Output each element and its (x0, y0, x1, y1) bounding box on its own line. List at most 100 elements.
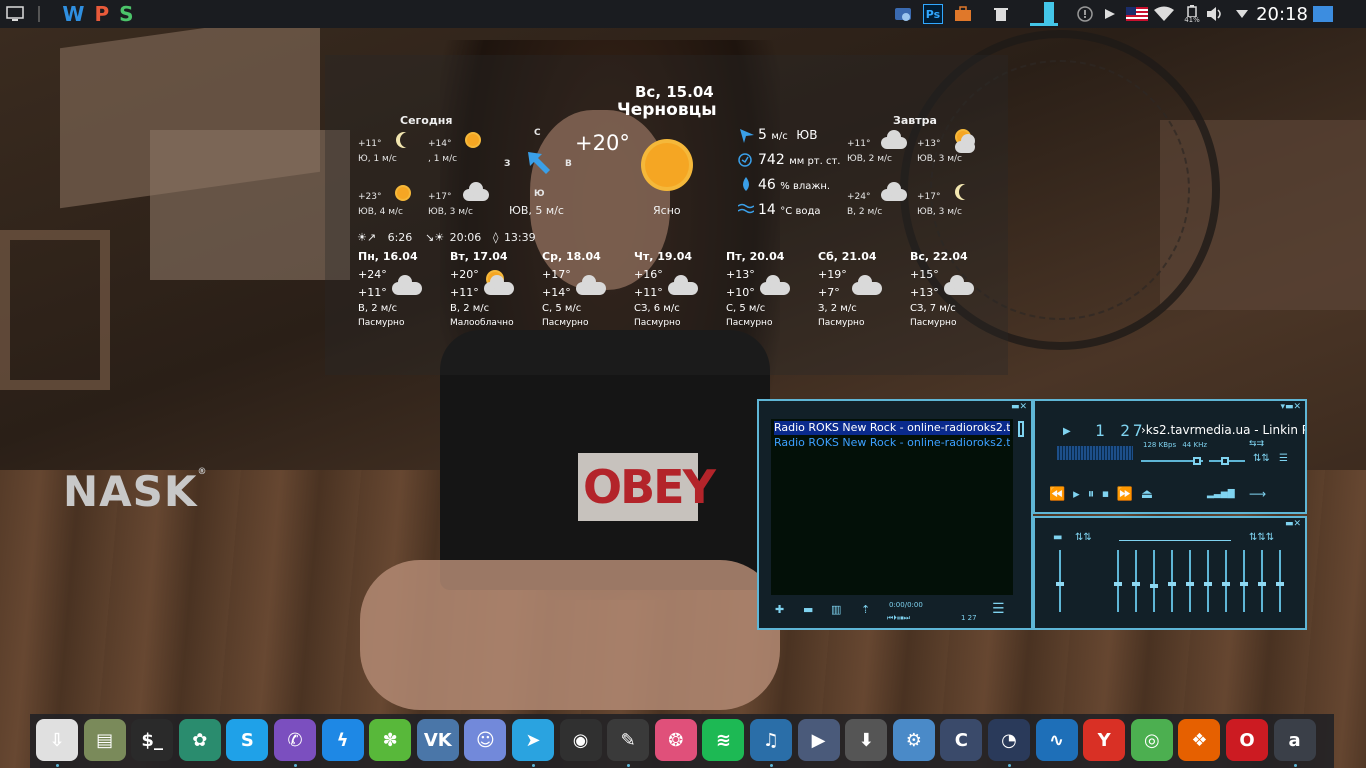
eq-preamp-slider[interactable] (1059, 550, 1061, 612)
eq-slider-knob[interactable] (1276, 582, 1284, 586)
eq-slider-knob[interactable] (1186, 582, 1194, 586)
eq-slider-knob[interactable] (1204, 582, 1212, 586)
terminal-icon[interactable]: $_ (131, 719, 174, 761)
toolbox-icon[interactable] (953, 4, 973, 24)
eq-band-slider[interactable] (1225, 550, 1227, 612)
mode-toggles[interactable]: ⇆⇉ (1249, 439, 1264, 449)
playlist-menu-button[interactable]: ☰ (992, 601, 1005, 617)
paint-icon[interactable]: ✎ (607, 719, 650, 761)
track-time[interactable]: 1 27 (1095, 421, 1146, 440)
disk-usage-icon[interactable]: ◔ (988, 719, 1030, 761)
playlist-remove-button[interactable]: ▬ (803, 603, 813, 616)
vk-icon[interactable]: VK (416, 719, 459, 761)
audio-editor-icon[interactable]: ∿ (1035, 719, 1078, 761)
obs-icon[interactable]: ◉ (559, 719, 602, 761)
eq-slider-knob[interactable] (1240, 582, 1248, 586)
balance-knob[interactable] (1221, 457, 1229, 465)
forecast-high: +16° (634, 268, 663, 281)
track-title[interactable]: ›ks2.tavrmedia.ua - Linkin P (1141, 423, 1305, 437)
clock[interactable]: 20:18 (1254, 4, 1310, 25)
skype-icon[interactable]: S (226, 719, 269, 761)
transport-controls[interactable]: ⏪▸⏸⏹⏩⏏ (1049, 487, 1161, 502)
downloader-icon[interactable]: ⬇ (845, 719, 888, 761)
chrome-icon[interactable]: ◎ (1130, 719, 1173, 761)
viber-icon[interactable]: ✆ (274, 719, 316, 761)
dropdown-icon[interactable] (1234, 4, 1250, 24)
messenger-icon[interactable]: ϟ (321, 719, 364, 761)
battery-icon[interactable]: 41% (1180, 4, 1204, 24)
playlist-select-button[interactable]: ▥ (831, 603, 841, 616)
icq-icon[interactable]: ✽ (369, 719, 412, 761)
software-installer-icon[interactable]: ⇩ (36, 719, 78, 761)
photoshop-icon[interactable]: Ps (923, 4, 943, 24)
spotify-icon[interactable]: ≋ (702, 719, 745, 761)
discord-icon[interactable]: ☺ (464, 719, 507, 761)
playlist-toggle[interactable]: ☰ (1279, 453, 1288, 464)
network-icon[interactable]: ⚙ (892, 719, 935, 761)
playlist-entry[interactable]: Radio ROKS New Rock - online-radioroks2.… (774, 436, 1010, 450)
eq-band-slider[interactable] (1171, 550, 1173, 612)
visualizer[interactable] (1057, 446, 1133, 460)
eq-slider-knob[interactable] (1056, 582, 1064, 586)
volume-icon[interactable] (1206, 4, 1224, 24)
desktop-icon[interactable] (4, 4, 26, 24)
opera-icon[interactable]: O (1226, 719, 1268, 761)
playlist-scrollbar[interactable] (1018, 421, 1024, 437)
eq-slider-knob[interactable] (1150, 584, 1158, 588)
trash-icon[interactable] (992, 4, 1010, 24)
forecast-day-name: Вс, 22.04 (910, 250, 968, 263)
main-window-controls[interactable]: ▾▬✕ (1280, 402, 1301, 412)
eq-band-slider[interactable] (1207, 550, 1209, 612)
today-part-temp: +11° (358, 139, 382, 149)
wifi-icon[interactable] (1153, 4, 1175, 24)
eq-slider-knob[interactable] (1168, 582, 1176, 586)
eq-band-slider[interactable] (1261, 550, 1263, 612)
eq-on-toggle[interactable]: ▬ (1053, 532, 1062, 543)
wps-launcher[interactable]: W P S (58, 2, 148, 26)
eq-band-slider[interactable] (1279, 550, 1281, 612)
ccleaner-icon[interactable]: C (940, 719, 983, 761)
eq-band-slider[interactable] (1135, 550, 1137, 612)
yandex-browser-icon[interactable]: Y (1083, 719, 1126, 761)
window-thumbnail-icon[interactable] (1030, 2, 1058, 26)
eq-slider-knob[interactable] (1222, 582, 1230, 586)
bitrate-value: 128 (1143, 441, 1157, 449)
eq-auto-toggle[interactable]: ⇅⇅ (1075, 532, 1092, 543)
lock-screen-icon[interactable] (893, 4, 913, 24)
eq-band-slider[interactable] (1117, 550, 1119, 612)
playlist-mini-controls[interactable]: ⏮⏵⏸⏹⏭ (887, 614, 910, 623)
playlist-window-controls[interactable]: ▬✕ (1011, 402, 1027, 412)
playlist-window[interactable]: ▬✕ Radio ROKS New Rock - online-radiorok… (757, 399, 1033, 630)
eq-band-slider[interactable] (1243, 550, 1245, 612)
file-manager-icon[interactable]: ▤ (83, 719, 126, 761)
us-flag-icon[interactable] (1126, 4, 1148, 24)
eq-slider-knob[interactable] (1132, 582, 1140, 586)
forecast-day: Пт, 20.04 +13° +10° С, 5 м/с Пасмурно (726, 250, 816, 330)
play-icon[interactable] (1102, 4, 1118, 24)
playlist-misc-button[interactable]: ⇡ (861, 603, 870, 616)
telegram-icon[interactable]: ➤ (512, 719, 554, 761)
firefox-icon[interactable]: ❖ (1178, 719, 1221, 761)
photo-viewer-icon[interactable]: ❂ (654, 719, 697, 761)
eq-window-controls[interactable]: ▬✕ (1285, 519, 1301, 529)
system-settings-icon[interactable]: ✿ (178, 719, 221, 761)
playlist-list[interactable]: Radio ROKS New Rock - online-radioroks2.… (771, 419, 1013, 595)
player-main-window[interactable]: ▾▬✕ ▶ 1 27 ›ks2.tavrmedia.ua - Linkin P … (1033, 399, 1307, 514)
audacious-icon[interactable]: a (1273, 719, 1316, 761)
media-player-icon[interactable]: ▶ (797, 719, 840, 761)
eq-band-slider[interactable] (1153, 550, 1155, 612)
eq-slider-knob[interactable] (1258, 582, 1266, 586)
equalizer-toggle[interactable]: ⇅⇅ (1253, 453, 1270, 464)
equalizer-window[interactable]: ▬✕ ▬ ⇅⇅ ⇅⇅⇅ (1033, 516, 1307, 630)
volume-knob[interactable] (1193, 457, 1201, 465)
info-icon[interactable] (1076, 4, 1094, 24)
playlist-entry-selected[interactable]: Radio ROKS New Rock - online-radioroks2.… (774, 421, 1010, 435)
eq-slider-knob[interactable] (1114, 582, 1122, 586)
show-desktop-icon[interactable] (1313, 4, 1333, 24)
seek-indicator[interactable]: ▂▃▅▇ (1207, 489, 1235, 499)
eq-presets-button[interactable]: ⇅⇅⇅ (1249, 532, 1274, 543)
menu-arrow-button[interactable]: ⟶ (1249, 487, 1266, 501)
playlist-add-button[interactable]: ✚ (775, 603, 784, 616)
eq-band-slider[interactable] (1189, 550, 1191, 612)
audio-player-icon[interactable]: ♫ (750, 719, 792, 761)
